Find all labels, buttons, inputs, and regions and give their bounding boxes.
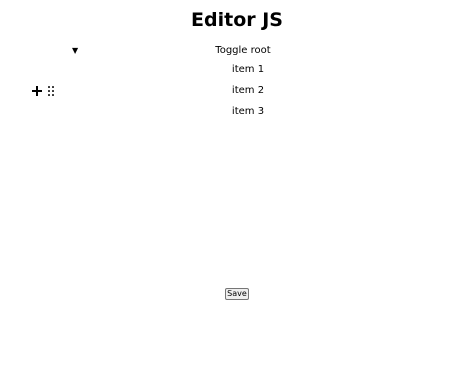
save-button[interactable]: Save — [225, 288, 249, 300]
list-item[interactable]: item 2 — [0, 85, 474, 97]
plus-icon[interactable] — [31, 85, 43, 97]
page-title: Editor JS — [191, 9, 283, 31]
list-item[interactable]: item 3 — [0, 106, 474, 118]
toggle-root-label[interactable]: Toggle root — [0, 45, 474, 57]
drag-handle-icon[interactable] — [48, 86, 54, 96]
list-item[interactable]: item 1 — [0, 64, 474, 76]
page: Editor JS ▼ Toggle root item 1 item 2 it… — [0, 0, 474, 376]
